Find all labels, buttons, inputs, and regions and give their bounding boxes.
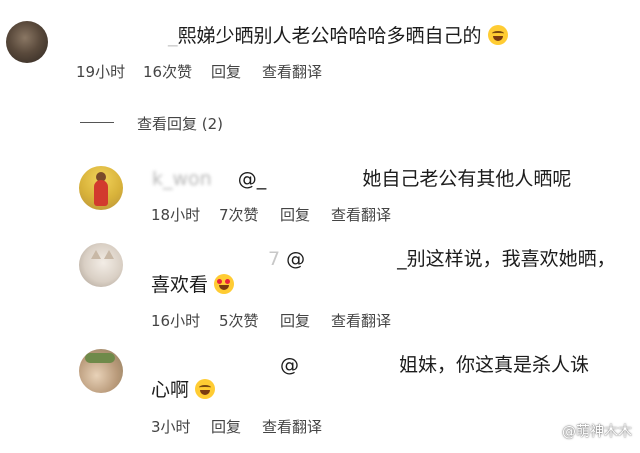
watermark: @萌神木木 xyxy=(562,424,632,440)
avatar[interactable] xyxy=(79,349,123,393)
reply-button[interactable]: 回复 xyxy=(280,204,310,225)
avatar[interactable] xyxy=(6,21,48,63)
like-button[interactable]: 16次赞 xyxy=(143,61,192,82)
mention[interactable]: @_ xyxy=(238,168,267,190)
reply-button[interactable]: 回复 xyxy=(280,310,310,331)
heart-eyes-icon xyxy=(214,274,235,294)
reply-text-line2: 喜欢看 xyxy=(151,273,235,297)
timestamp: 3小时 xyxy=(151,418,191,436)
reply-button[interactable]: 回复 xyxy=(211,416,241,437)
translate-button[interactable]: 查看翻译 xyxy=(331,310,391,331)
avatar[interactable] xyxy=(79,243,123,287)
timestamp: 19小时 xyxy=(76,63,126,81)
grinning-sweat-icon xyxy=(195,379,216,399)
avatar[interactable] xyxy=(79,166,123,210)
reply-author[interactable]: k_won xyxy=(152,168,212,190)
view-replies-button[interactable]: 查看回复 (2) xyxy=(137,113,223,134)
reply-text: k_won @_ 她自己老公有其他人晒呢 xyxy=(152,168,572,190)
timestamp: 18小时 xyxy=(151,206,201,224)
mention[interactable]: @ xyxy=(280,354,299,376)
grinning-sweat-icon xyxy=(487,25,508,45)
reply-text-line2: 心啊 xyxy=(151,378,216,402)
reply-author[interactable]: 7 xyxy=(268,248,280,270)
divider xyxy=(80,122,114,123)
reply-button[interactable]: 回复 xyxy=(211,61,241,82)
timestamp: 16小时 xyxy=(151,312,201,330)
reply-text: 7 @ _别这样说，我喜欢她晒， xyxy=(268,248,616,270)
like-button[interactable]: 7次赞 xyxy=(219,204,259,225)
translate-button[interactable]: 查看翻译 xyxy=(262,416,322,437)
like-button[interactable]: 5次赞 xyxy=(219,310,259,331)
translate-button[interactable]: 查看翻译 xyxy=(331,204,391,225)
mention[interactable]: @ xyxy=(286,248,305,270)
reply-text: @ 姐妹，你这真是杀人诛 xyxy=(280,354,590,376)
comment-text: _熙娣少晒别人老公哈哈哈多晒自己的 xyxy=(168,24,508,48)
translate-button[interactable]: 查看翻译 xyxy=(262,61,322,82)
